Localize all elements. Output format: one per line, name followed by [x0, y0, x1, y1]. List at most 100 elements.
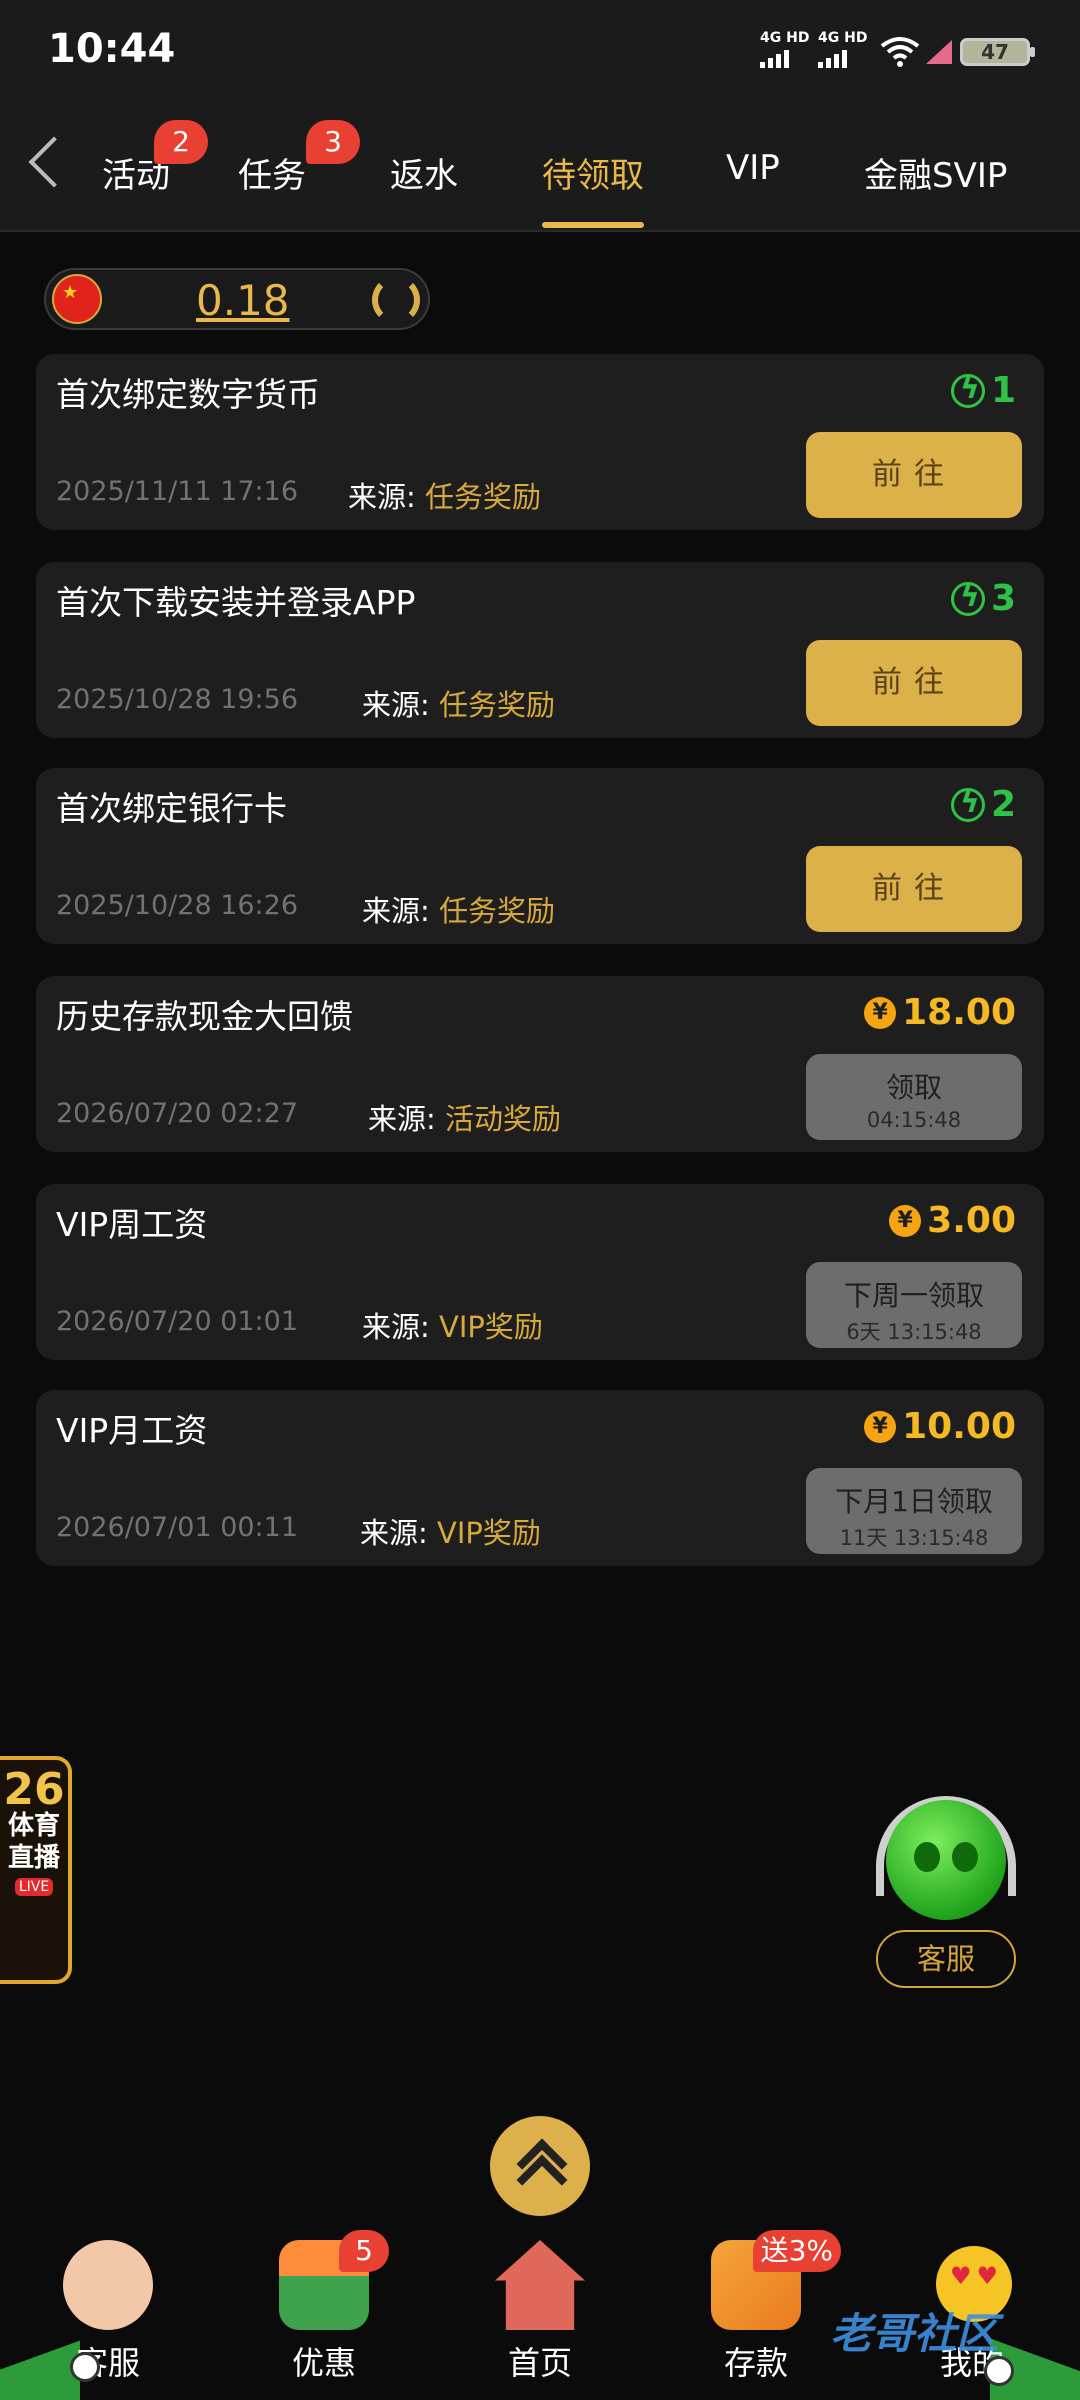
coin-icon: ¥: [864, 1410, 897, 1443]
tab-bar: 活动 2 任务 3 返水 待领取 VIP 金融SVIP: [0, 100, 1080, 232]
button-label: 前往: [872, 871, 956, 906]
reward-amount: 3: [950, 578, 1016, 619]
button-label: 下周一领取: [843, 1279, 984, 1312]
tab-label: 返水: [390, 156, 458, 196]
source-value: 任务奖励: [439, 688, 556, 722]
card-title: 首次下载安装并登录APP: [56, 583, 416, 622]
reward-value: 3.00: [927, 1200, 1016, 1241]
tab-finance-svip[interactable]: 金融SVIP: [864, 148, 1007, 197]
button-countdown: 11天 13:15:48: [839, 1526, 989, 1550]
tab-pending[interactable]: 待领取: [542, 148, 644, 197]
card-date: 2025/10/28 19:56: [56, 684, 299, 715]
nav-deposit-badge: 送3%: [752, 2230, 841, 2272]
scroll-to-top-button[interactable]: [490, 2116, 590, 2216]
reward-card: 首次绑定银行卡 2 2025/10/28 16:26 来源: 任务奖励 前往: [36, 768, 1044, 944]
alien-mascot-icon: [886, 1800, 1006, 1920]
card-title: VIP周工资: [56, 1205, 208, 1244]
nav-label: 客服: [75, 2344, 140, 2382]
coin-icon: ¥: [889, 1204, 922, 1237]
button-label: 下月1日领取: [835, 1485, 993, 1518]
bolt-icon: [950, 785, 985, 822]
charging-icon: [926, 40, 952, 64]
card-source: 来源: 活动奖励: [368, 1096, 561, 1138]
card-title: 首次绑定数字货币: [56, 375, 320, 414]
source-label: 来源:: [362, 1310, 430, 1344]
wifi-icon: [880, 37, 920, 67]
reward-value: 18.00: [902, 992, 1016, 1033]
card-source: 来源: 任务奖励: [362, 888, 555, 930]
tab-label: 待领取: [542, 156, 644, 196]
signal-bars-icon: [818, 50, 867, 68]
reward-amount: ¥3.00: [889, 1200, 1016, 1241]
claim-button[interactable]: 下月1日领取 11天 13:15:48: [806, 1468, 1022, 1554]
back-icon[interactable]: [28, 136, 80, 188]
card-source: 来源: 任务奖励: [362, 682, 555, 724]
active-tab-indicator: [542, 222, 644, 228]
status-bar: 10:44 4G HD 4G HD 47: [0, 0, 1080, 100]
reward-amount: 2: [950, 784, 1016, 825]
soccer-ball-icon: [984, 2356, 1014, 2386]
nav-promotions-badge: 5: [339, 2230, 389, 2272]
balance-value[interactable]: 0.18: [196, 276, 290, 325]
tab-rebate[interactable]: 返水: [390, 148, 458, 197]
tab-tasks[interactable]: 任务: [238, 148, 306, 197]
button-label: 前往: [872, 457, 956, 492]
go-button[interactable]: 前往: [806, 846, 1022, 932]
source-label: 来源:: [362, 894, 430, 928]
reward-card: VIP月工资 ¥10.00 2026/07/01 00:11 来源: VIP奖励…: [36, 1390, 1044, 1566]
refresh-icon[interactable]: [372, 276, 420, 324]
claim-button[interactable]: 下周一领取 6天 13:15:48: [806, 1262, 1022, 1348]
reward-value: 1: [990, 370, 1016, 411]
reward-amount: ¥18.00: [864, 992, 1016, 1033]
button-label: 前往: [872, 665, 956, 700]
nav-promotions[interactable]: 5 优惠: [254, 2230, 394, 2384]
source-value: 任务奖励: [439, 894, 556, 928]
tab-activity-badge: 2: [154, 120, 208, 164]
battery-icon: 47: [960, 38, 1035, 66]
customer-service-button[interactable]: 客服: [876, 1930, 1016, 1988]
coin-icon: ¥: [864, 996, 897, 1029]
fifa-line2: 直播: [7, 1843, 60, 1873]
source-label: 来源:: [368, 1102, 436, 1136]
nav-home[interactable]: 首页: [470, 2240, 610, 2384]
reward-card: 首次绑定数字货币 1 2025/11/11 17:16 来源: 任务奖励 前往: [36, 354, 1044, 530]
bolt-icon: [950, 371, 985, 408]
go-button[interactable]: 前往: [806, 640, 1022, 726]
watermark: 老哥社区: [830, 2309, 999, 2358]
card-title: VIP月工资: [56, 1411, 208, 1450]
fifa-live-banner[interactable]: 26 体育 直播 LIVE: [0, 1756, 72, 1984]
tab-tasks-badge: 3: [306, 120, 360, 164]
card-date: 2026/07/20 01:01: [56, 1306, 299, 1337]
live-badge: LIVE: [14, 1878, 54, 1896]
source-value: 任务奖励: [425, 480, 542, 514]
source-value: 活动奖励: [445, 1102, 562, 1136]
source-label: 来源:: [360, 1516, 428, 1550]
source-label: 来源:: [362, 688, 430, 722]
status-time: 10:44: [48, 26, 176, 72]
wallet-icon: 送3%: [711, 2230, 841, 2330]
claim-button[interactable]: 领取 04:15:48: [806, 1054, 1022, 1140]
tab-label: VIP: [726, 148, 780, 188]
card-date: 2025/11/11 17:16: [56, 476, 299, 507]
source-value: VIP奖励: [439, 1310, 543, 1344]
soccer-ball-icon: [70, 2352, 100, 2382]
go-button[interactable]: 前往: [806, 432, 1022, 518]
nav-label: 存款: [723, 2344, 788, 2382]
customer-service-float[interactable]: [870, 1790, 1022, 1940]
signal-1: 4G HD: [760, 30, 809, 68]
bolt-icon: [950, 579, 985, 616]
china-flag-icon: ★: [52, 274, 102, 324]
nav-label: 首页: [507, 2344, 572, 2382]
tab-vip[interactable]: VIP: [726, 148, 780, 188]
card-source: 来源: VIP奖励: [362, 1304, 543, 1346]
card-source: 来源: 任务奖励: [348, 474, 541, 516]
nav-deposit[interactable]: 送3% 存款: [686, 2230, 841, 2384]
support-avatar-icon: [63, 2240, 153, 2330]
button-countdown: 04:15:48: [866, 1108, 962, 1132]
reward-amount: ¥10.00: [864, 1406, 1016, 1447]
card-source: 来源: VIP奖励: [360, 1510, 541, 1552]
source-value: VIP奖励: [437, 1516, 541, 1550]
fifa-number: 26: [3, 1764, 65, 1815]
nav-customer-service[interactable]: 客服: [38, 2240, 178, 2384]
fifa-line1: 体育: [7, 1811, 60, 1841]
